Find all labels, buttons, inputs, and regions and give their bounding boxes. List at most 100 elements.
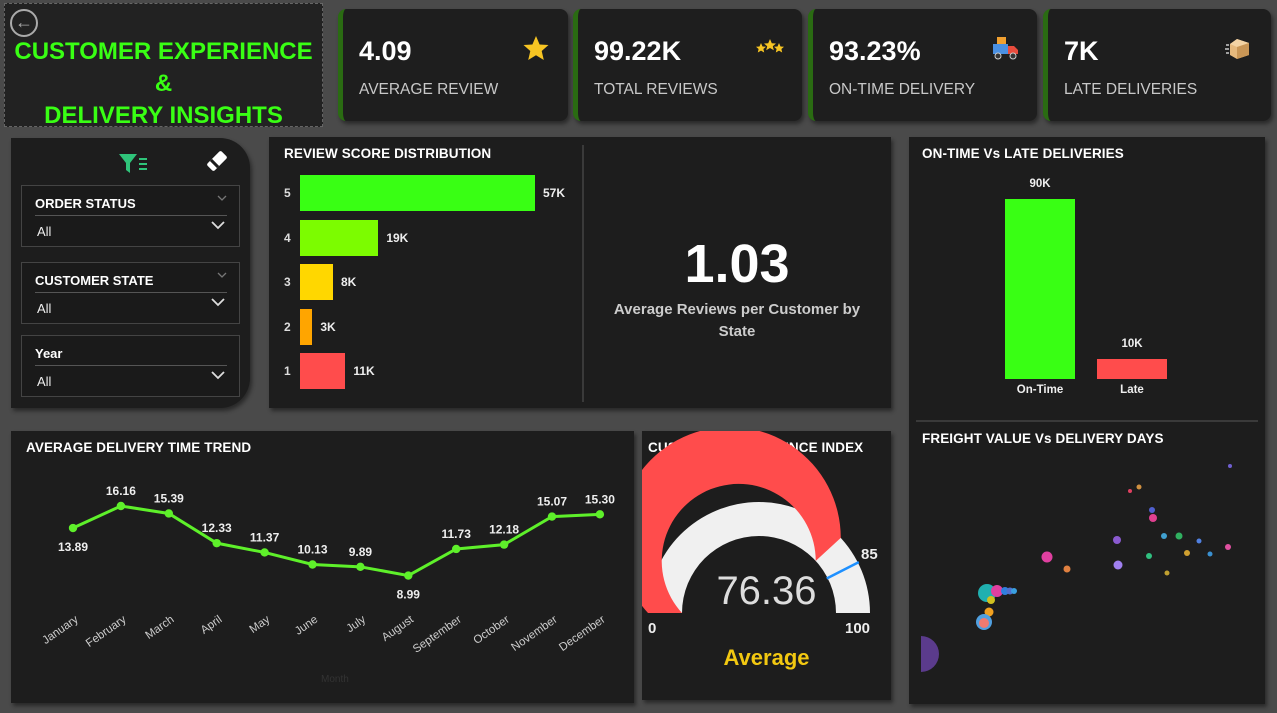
scatter-point[interactable]: [1113, 560, 1123, 570]
review-bar[interactable]: [300, 175, 535, 211]
delivery-truck-icon: [993, 37, 1018, 60]
review-bar[interactable]: [300, 353, 346, 389]
scatter-point[interactable]: [1196, 538, 1202, 544]
scatter-point[interactable]: [1011, 588, 1017, 594]
divider: [916, 420, 1258, 422]
scatter-point[interactable]: [1228, 464, 1232, 468]
trend-point[interactable]: [547, 512, 557, 521]
trend-point[interactable]: [452, 544, 461, 554]
scatter-point[interactable]: [1146, 553, 1152, 559]
bar-category-label: Late: [1120, 384, 1144, 396]
slicer-year[interactable]: Year All: [21, 335, 240, 397]
kpi-label: LATE DELIVERIES: [1064, 81, 1198, 98]
review-bar[interactable]: [300, 219, 379, 256]
trend-point[interactable]: [164, 509, 173, 518]
freight-scatter-chart: [921, 464, 1232, 672]
dashboard-title-line1: CUSTOMER EXPERIENCE &: [14, 38, 313, 97]
scatter-point[interactable]: [1063, 565, 1071, 573]
scatter-point[interactable]: [1161, 533, 1167, 539]
star-icon: [523, 36, 549, 60]
trend-point[interactable]: [116, 501, 126, 511]
kpi-label: AVERAGE REVIEW: [359, 81, 499, 98]
chevron-down-icon[interactable]: [211, 221, 225, 230]
x-tick-label: August: [380, 613, 417, 644]
slicer-value: All: [37, 301, 52, 316]
data-label: 15.39: [154, 491, 184, 505]
trend-point[interactable]: [260, 548, 269, 557]
slicer-customer-state[interactable]: CUSTOMER STATE All: [21, 262, 240, 324]
review-score-panel: REVIEW SCORE DISTRIBUTION 5 57K 4 19K 3 8K 2 3K…: [269, 137, 891, 408]
trend-point[interactable]: [68, 523, 78, 533]
filter-panel: ORDER STATUS All CUSTOMER STATE All Year…: [11, 138, 250, 408]
bar-data-label: 10K: [1121, 338, 1143, 350]
review-bar[interactable]: [300, 308, 313, 345]
slicer-order-status[interactable]: ORDER STATUS All: [21, 185, 240, 247]
kpi-card-total-reviews: 99.22K TOTAL REVIEWS: [573, 9, 802, 121]
data-label: 11.37: [250, 530, 280, 544]
scatter-point[interactable]: [921, 636, 939, 672]
scatter-point[interactable]: [1128, 489, 1132, 493]
x-axis-title: Month: [321, 674, 349, 685]
scatter-point[interactable]: [1113, 536, 1121, 544]
avg-reviews-card-value: 1.03: [684, 234, 790, 294]
trend-point[interactable]: [308, 560, 317, 569]
panel-title: REVIEW SCORE DISTRIBUTION: [284, 146, 492, 161]
chevron-down-icon: [217, 195, 227, 201]
scatter-point[interactable]: [1149, 514, 1157, 522]
panel-title: FREIGHT VALUE Vs DELIVERY DAYS: [922, 431, 1164, 446]
review-bar[interactable]: [300, 264, 333, 300]
data-label: 10.13: [297, 542, 327, 556]
delivery-bar[interactable]: [1097, 359, 1167, 379]
trend-point[interactable]: [356, 562, 365, 572]
eraser-icon[interactable]: [204, 148, 230, 174]
trend-panel: AVERAGE DELIVERY TIME TREND 13.89 January…: [11, 431, 634, 703]
x-tick-label: March: [143, 614, 176, 642]
scatter-point[interactable]: [1175, 532, 1183, 540]
gauge-rating: Average: [723, 645, 810, 670]
scatter-point[interactable]: [987, 596, 995, 604]
data-label: 13.89: [58, 540, 88, 554]
title-panel: ← CUSTOMER EXPERIENCE & DELIVERY INSIGHT…: [4, 3, 323, 129]
chevron-down-icon[interactable]: [211, 298, 225, 307]
cei-panel: CUSTOMER EXPERIENCE INDEX 76.36 0 100 85…: [642, 431, 891, 700]
slicer-title: Year: [35, 346, 63, 361]
slicer-value: All: [37, 224, 52, 239]
scatter-point[interactable]: [1041, 551, 1053, 563]
kpi-value: 99.22K: [594, 36, 682, 66]
scatter-point[interactable]: [979, 618, 989, 628]
scatter-point[interactable]: [1207, 551, 1213, 557]
scatter-point[interactable]: [1136, 484, 1142, 490]
slicer-title: ORDER STATUS: [35, 196, 136, 211]
trend-point[interactable]: [212, 538, 221, 548]
x-tick-label: October: [471, 614, 512, 647]
slicer-value: All: [37, 374, 52, 389]
filter-icon[interactable]: [118, 152, 148, 176]
delivery-bar[interactable]: [1005, 199, 1075, 379]
back-arrow-icon[interactable]: ←: [10, 9, 38, 37]
bar-data-label: 8K: [340, 275, 357, 289]
delivery-trend-chart: 13.89 January 16.16 February 15.39 March 12.33…: [40, 484, 615, 656]
scatter-point[interactable]: [1184, 550, 1190, 556]
bar-category-label: 3: [284, 275, 291, 289]
scatter-point[interactable]: [1149, 507, 1155, 513]
gauge-value: 76.36: [716, 569, 817, 613]
trend-point[interactable]: [595, 510, 605, 519]
scatter-point[interactable]: [1164, 570, 1170, 576]
trend-point[interactable]: [499, 540, 509, 549]
x-tick-label: December: [557, 614, 607, 654]
chevron-down-icon: [217, 272, 227, 278]
divider: [582, 145, 584, 402]
kpi-card-average-review: 4.09 AVERAGE REVIEW: [338, 9, 568, 121]
scatter-point[interactable]: [1225, 544, 1231, 550]
chevron-down-icon[interactable]: [211, 371, 225, 380]
data-label: 11.73: [442, 527, 472, 541]
trend-point[interactable]: [404, 571, 413, 580]
kpi-label: TOTAL REVIEWS: [594, 81, 718, 98]
data-label: 16.16: [106, 484, 136, 498]
slicer-underline: [35, 215, 227, 216]
gauge-min-label: 0: [648, 620, 657, 637]
x-tick-label: November: [509, 614, 559, 654]
slicer-title: CUSTOMER STATE: [35, 273, 154, 288]
kpi-card-on-time-delivery: 93.23% ON-TIME DELIVERY: [808, 9, 1037, 121]
bar-data-label: 19K: [386, 230, 409, 245]
